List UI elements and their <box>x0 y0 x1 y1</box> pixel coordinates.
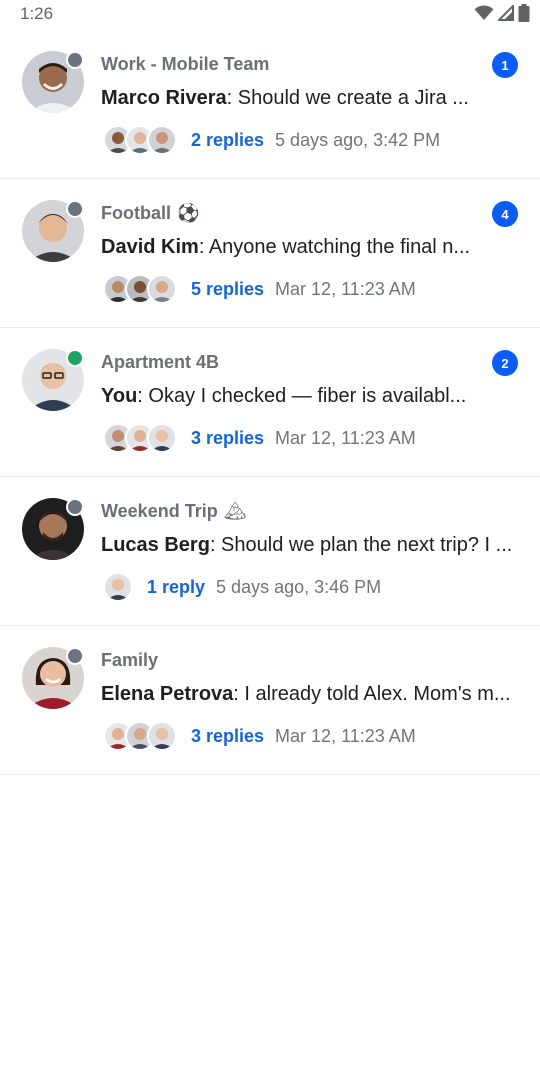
sender-name: David Kim <box>101 236 199 258</box>
wifi-icon <box>474 5 494 21</box>
participant-avatars <box>103 274 177 304</box>
presence-dot <box>66 349 84 367</box>
group-name-text: Apartment 4B <box>101 352 220 372</box>
presence-dot <box>66 498 84 516</box>
group-avatar <box>22 647 84 709</box>
group-name: Apartment 4B <box>101 352 219 373</box>
group-name-text: Weekend Trip <box>101 501 218 521</box>
participant-avatars <box>103 125 177 155</box>
group-avatar <box>22 51 84 113</box>
message-text: : Anyone watching the final n... <box>198 236 471 258</box>
message-preview: Marco Rivera: Should we create a Jira ..… <box>101 87 521 110</box>
group-name-text: Football <box>101 203 171 223</box>
group-avatar <box>22 498 84 560</box>
timestamp: 5 days ago, 3:46 PM <box>216 576 382 597</box>
presence-dot <box>66 51 84 69</box>
group-name: Weekend Trip 🏔 <box>101 501 247 522</box>
sender-name: Marco Rivera <box>101 87 227 109</box>
participant-avatar <box>147 721 177 751</box>
group-avatar <box>22 349 84 411</box>
group-name: Football ⚽ <box>101 203 199 224</box>
participant-avatar <box>147 274 177 304</box>
status-time: 1:26 <box>20 4 54 23</box>
thread-meta: 3 replies Mar 12, 11:23 AM <box>103 721 416 751</box>
sender-name: Lucas Berg <box>101 534 210 556</box>
thread-item[interactable]: Football ⚽ 4 David Kim: Anyone watching t… <box>0 179 540 328</box>
battery-icon <box>518 4 530 22</box>
thread-item[interactable]: Apartment 4B 2 You: Okay I checked — fib… <box>0 328 540 477</box>
message-text: : I already told Alex. Mom's m... <box>233 683 511 705</box>
presence-dot <box>66 200 84 218</box>
participant-avatars <box>103 572 133 602</box>
message-text: : Should we plan the next trip? I ... <box>209 534 513 556</box>
participant-avatar <box>147 423 177 453</box>
sender-name: You <box>101 385 138 407</box>
timestamp: Mar 12, 11:23 AM <box>275 725 416 746</box>
group-avatar <box>22 200 84 262</box>
replies-link[interactable]: 5 replies <box>191 279 264 300</box>
thread-list: Work - Mobile Team 1 Marco Rivera: Shoul… <box>0 30 540 775</box>
message-preview: Lucas Berg: Should we plan the next trip… <box>101 534 521 557</box>
thread-item[interactable]: Weekend Trip 🏔 Lucas Berg: Should we plan… <box>0 477 540 626</box>
replies-link[interactable]: 2 replies <box>191 130 264 151</box>
group-name-text: Family <box>101 650 159 670</box>
timestamp: Mar 12, 11:23 AM <box>275 278 416 299</box>
thread-meta: 2 replies 5 days ago, 3:42 PM <box>103 125 440 155</box>
signal-icon <box>498 5 514 21</box>
unread-badge: 2 <box>492 350 518 376</box>
status-icons <box>474 4 530 22</box>
message-text: : Should we create a Jira ... <box>226 87 469 109</box>
soccer-ball-icon: ⚽ <box>177 203 200 223</box>
replies-link[interactable]: 3 replies <box>191 428 264 449</box>
unread-badge: 4 <box>492 201 518 227</box>
thread-meta: 1 reply 5 days ago, 3:46 PM <box>103 572 381 602</box>
message-text: : Okay I checked — fiber is availabl... <box>137 385 467 407</box>
unread-badge: 1 <box>492 52 518 78</box>
presence-dot <box>66 647 84 665</box>
participant-avatar <box>147 125 177 155</box>
message-preview: David Kim: Anyone watching the final n..… <box>101 236 521 259</box>
group-name-text: Work - Mobile Team <box>101 54 270 74</box>
message-preview: Elena Petrova: I already told Alex. Mom'… <box>101 683 521 706</box>
participant-avatars <box>103 423 177 453</box>
replies-link[interactable]: 3 replies <box>191 726 264 747</box>
group-name: Family <box>101 650 158 671</box>
timestamp: 5 days ago, 3:42 PM <box>275 129 441 150</box>
group-name: Work - Mobile Team <box>101 54 269 75</box>
participant-avatar <box>103 572 133 602</box>
message-preview: You: Okay I checked — fiber is availabl.… <box>101 385 521 408</box>
status-bar: 1:26 <box>0 0 540 30</box>
timestamp: Mar 12, 11:23 AM <box>275 427 416 448</box>
participant-avatars <box>103 721 177 751</box>
sender-name: Elena Petrova <box>101 683 234 705</box>
mountain-icon: 🏔 <box>223 501 247 521</box>
thread-item[interactable]: Work - Mobile Team 1 Marco Rivera: Shoul… <box>0 30 540 179</box>
thread-meta: 5 replies Mar 12, 11:23 AM <box>103 274 416 304</box>
thread-item[interactable]: Family Elena Petrova: I already told Ale… <box>0 626 540 775</box>
replies-link[interactable]: 1 reply <box>147 577 205 598</box>
thread-meta: 3 replies Mar 12, 11:23 AM <box>103 423 416 453</box>
